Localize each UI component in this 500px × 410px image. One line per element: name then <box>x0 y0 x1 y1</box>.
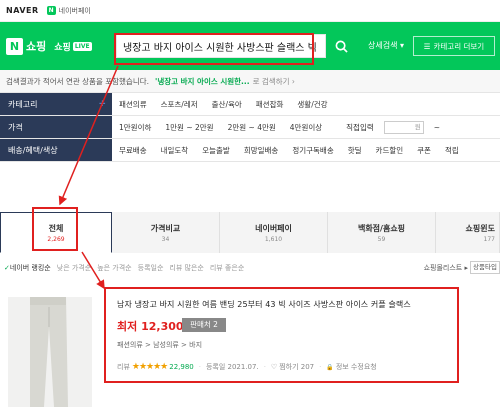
menu-icon: ☰ <box>423 41 431 51</box>
filter-row-category: 카테고리 + 패션의류 스포츠/레저 출산/육아 패션잡화 생활/건강 <box>0 93 500 116</box>
detail-search-button[interactable]: 상세검색 ▾ <box>368 40 404 51</box>
sort-option[interactable]: 리뷰 좋은순 <box>210 263 244 273</box>
tab-department-store[interactable]: 백화점/홈쇼핑 59 <box>328 212 436 253</box>
filter-option[interactable]: 출산/육아 <box>205 99 249 110</box>
category-more-label: 카테고리 더보기 <box>433 41 485 51</box>
naver-logo[interactable]: NAVER <box>6 6 39 15</box>
direct-input-label: 직접입력 <box>346 122 374 132</box>
notice-text: 검색결과가 적어서 연관 상품을 포함했습니다. <box>6 76 150 86</box>
mall-list-link[interactable]: 쇼핑몰리스트 ▸ <box>424 263 468 273</box>
product-thumbnail[interactable] <box>8 297 92 407</box>
filter-option[interactable]: 2만원 ~ 4만원 <box>221 122 283 133</box>
tab-label: 가격비교 <box>150 223 181 233</box>
tab-count: 34 <box>161 235 170 243</box>
shopping-live-link[interactable]: 쇼핑 LIVE <box>54 40 92 53</box>
filter-option[interactable]: 생활/건강 <box>290 99 334 110</box>
filter-option[interactable]: 1만원 ~ 2만원 <box>158 122 220 133</box>
tab-highlight-box <box>32 207 78 251</box>
tab-label: 네이버페이 <box>255 223 292 233</box>
filter-option[interactable]: 무료배송 <box>112 145 154 156</box>
filter-row-delivery: 배송/혜택/색상 무료배송 내일도착 오늘출발 희망일배송 정기구독배송 핫딜 … <box>0 139 500 162</box>
sort-bar: ✓ 네이버 랭킹순 낮은 가격순 높은 가격순 등록일순 리뷰 많은순 리뷰 좋… <box>0 260 500 276</box>
filter-option[interactable]: 패션의류 <box>112 99 154 110</box>
filter-option[interactable]: 카드할인 <box>369 145 411 156</box>
search-highlight-box <box>114 33 314 65</box>
search-button[interactable] <box>326 34 356 58</box>
filter-label-price: 가격 <box>0 116 112 138</box>
filter-option[interactable]: 패션잡화 <box>249 99 291 110</box>
shopping-logo[interactable]: N 쇼핑 <box>6 37 47 55</box>
filter-label-text: 카테고리 <box>8 99 38 109</box>
live-tag: LIVE <box>72 41 92 51</box>
related-results-notice: 검색결과가 적어서 연관 상품을 포함했습니다. '냉장고 바지 아이스 시원한… <box>0 70 500 92</box>
search-icon <box>335 40 348 53</box>
search-with-link[interactable]: 로 검색하기 › <box>253 76 295 87</box>
filter-option[interactable]: 핫딜 <box>341 145 369 156</box>
shopping-live-text: 쇼핑 <box>54 42 71 53</box>
filter-label-delivery: 배송/혜택/색상 <box>0 139 112 161</box>
min-price-field[interactable]: 원 <box>383 120 424 134</box>
top-bar: NAVER N 네이버페이 <box>0 0 500 22</box>
naver-pay-link[interactable]: N 네이버페이 <box>46 6 91 16</box>
tab-shopping-window[interactable]: 쇼핑윈도 177 <box>436 212 500 253</box>
tab-label: 백화점/홈쇼핑 <box>357 223 406 233</box>
filter-option[interactable]: 1만원이하 <box>112 122 158 133</box>
price-direct-input: 직접입력 원 ~ <box>339 120 447 134</box>
naver-pay-label: 네이버페이 <box>58 6 91 15</box>
filter-option[interactable]: 정기구독배송 <box>285 145 340 156</box>
filter-option[interactable]: 4만원이상 <box>283 122 329 133</box>
naver-n-icon: N <box>6 37 23 55</box>
sort-option[interactable]: 높은 가격순 <box>97 263 131 273</box>
filter-option[interactable]: 스포츠/레저 <box>154 99 205 110</box>
filter-option[interactable]: 쿠폰 <box>410 145 438 156</box>
filter-label-category: 카테고리 + <box>0 93 112 115</box>
sort-option[interactable]: 리뷰 많은순 <box>169 263 203 273</box>
tab-count: 1,610 <box>264 235 283 243</box>
product-highlight-box <box>104 287 459 383</box>
range-separator: ~ <box>433 122 441 132</box>
pants-image <box>8 297 92 407</box>
plus-icon[interactable]: + <box>98 99 106 109</box>
category-more-button[interactable]: ☰ 카테고리 더보기 <box>413 36 495 56</box>
tab-naver-pay[interactable]: 네이버페이 1,610 <box>220 212 328 253</box>
filter-option[interactable]: 희망일배송 <box>237 145 286 156</box>
tab-count: 177 <box>483 235 495 243</box>
shopping-logo-text: 쇼핑 <box>26 40 47 53</box>
chevron-down-icon: ▾ <box>400 41 405 50</box>
tab-count: 59 <box>377 235 386 243</box>
product-type-select[interactable]: 상품타입 <box>470 261 500 274</box>
filter-panel: 카테고리 + 패션의류 스포츠/레저 출산/육아 패션잡화 생활/건강 가격 1만… <box>0 92 500 162</box>
filter-option[interactable]: 오늘출발 <box>195 145 237 156</box>
sort-option[interactable]: 네이버 랭킹순 <box>10 263 51 273</box>
sort-option[interactable]: 등록일순 <box>138 263 164 273</box>
filter-option[interactable]: 내일도착 <box>154 145 196 156</box>
filter-row-price: 가격 1만원이하 1만원 ~ 2만원 2만원 ~ 4만원 4만원이상 직접입력 … <box>0 116 500 139</box>
tab-label: 쇼핑윈도 <box>465 223 495 233</box>
original-query-link[interactable]: '냉장고 바지 아이스 시원한... <box>155 76 250 87</box>
sort-option[interactable]: 낮은 가격순 <box>57 263 91 273</box>
tab-price-compare[interactable]: 가격비교 34 <box>112 212 220 253</box>
filter-option[interactable]: 적립 <box>438 145 466 156</box>
detail-search-label: 상세검색 <box>368 41 398 50</box>
naver-pay-icon: N <box>46 6 56 15</box>
